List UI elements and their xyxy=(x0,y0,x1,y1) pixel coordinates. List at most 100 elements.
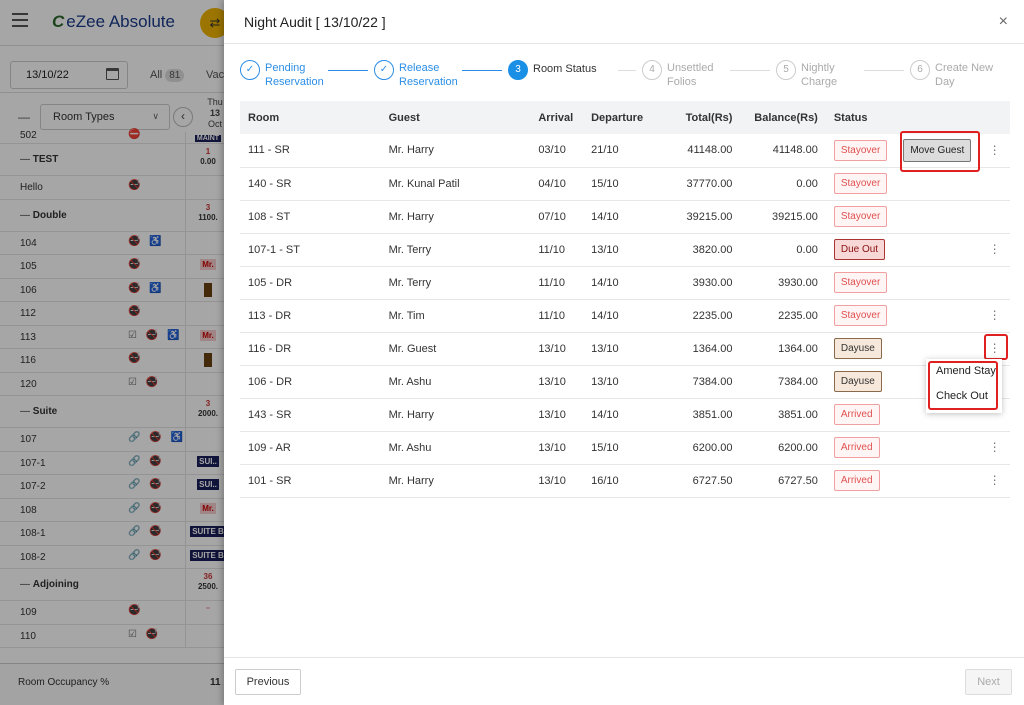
header-guest: Guest xyxy=(380,101,531,134)
header-menu xyxy=(979,101,1010,134)
more-vertical-icon[interactable]: ⋮ xyxy=(989,473,1001,487)
step-label: Nightly Charge xyxy=(801,61,837,89)
cell-total: 7384.00 xyxy=(654,365,741,399)
table-row: 143 - SR Mr. Harry 13/10 14/10 3851.00 3851.0… xyxy=(240,398,1010,432)
cell-departure: 14/10 xyxy=(583,200,655,234)
more-vertical-icon[interactable]: ⋮ xyxy=(989,440,1001,454)
cell-status: Stayover xyxy=(825,200,896,234)
cell-status: Dayuse xyxy=(825,332,896,366)
step-number: 3 xyxy=(508,60,528,80)
step-number: 6 xyxy=(910,60,930,80)
room-status-table: Room Guest Arrival Departure Total(Rs) B… xyxy=(240,101,1010,498)
cell-room: 109 - AR xyxy=(240,431,381,465)
cell-departure: 21/10 xyxy=(583,134,655,168)
step-label: Create New Day xyxy=(935,61,993,89)
cell-arrival: 13/10 xyxy=(530,464,584,498)
cell-menu: ⋮ xyxy=(979,464,1010,498)
cell-balance: 0.00 xyxy=(740,233,826,267)
step-label-line-2: Reservation xyxy=(399,76,458,88)
night-audit-panel: Night Audit [ 13/10/22 ] × ✓ Pending Reser… xyxy=(224,0,1024,705)
more-vertical-icon[interactable]: ⋮ xyxy=(989,143,1001,157)
cell-balance: 2235.00 xyxy=(740,299,826,333)
header-arrival: Arrival xyxy=(530,101,584,134)
cell-guest: Mr. Guest xyxy=(380,332,531,366)
cell-balance: 6727.50 xyxy=(740,464,826,498)
cell-total: 6200.00 xyxy=(654,431,741,465)
cell-arrival: 11/10 xyxy=(530,266,584,300)
step-connector xyxy=(730,70,770,71)
divider xyxy=(224,43,1024,44)
cell-arrival: 13/10 xyxy=(530,398,584,432)
header-balance: Balance(Rs) xyxy=(740,101,826,134)
table-row: 108 - ST Mr. Harry 07/10 14/10 39215.00 39215… xyxy=(240,200,1010,234)
cell-balance: 0.00 xyxy=(740,167,826,201)
cell-total: 1364.00 xyxy=(654,332,741,366)
cell-action xyxy=(895,233,980,267)
status-badge: Arrived xyxy=(833,470,880,491)
step-connector xyxy=(328,70,368,71)
cell-arrival: 13/10 xyxy=(530,332,584,366)
status-badge: Due Out xyxy=(833,239,886,260)
table-row: 113 - DR Mr. Tim 11/10 14/10 2235.00 2235.00 S… xyxy=(240,299,1010,333)
cell-menu xyxy=(979,200,1010,234)
cell-arrival: 04/10 xyxy=(530,167,584,201)
cell-menu: ⋮ xyxy=(979,299,1010,333)
menu-item-amend-stay[interactable]: Amend Stay xyxy=(936,365,996,377)
table-row: 107-1 - ST Mr. Terry 11/10 13/10 3820.00 0.00… xyxy=(240,233,1010,267)
cell-status: Stayover xyxy=(825,167,896,201)
step-label-line-1: Pending xyxy=(265,62,306,74)
move-guest-button[interactable]: Move Guest xyxy=(903,138,972,162)
cell-menu: ⋮ xyxy=(979,233,1010,267)
modal-overlay[interactable] xyxy=(0,0,224,705)
cell-departure: 14/10 xyxy=(583,299,655,333)
table-row: 105 - DR Mr. Terry 11/10 14/10 3930.00 3930.0… xyxy=(240,266,1010,300)
header-action xyxy=(895,101,980,134)
cell-room: 105 - DR xyxy=(240,266,381,300)
menu-item-check-out[interactable]: Check Out xyxy=(936,390,988,402)
step-label: Room Status xyxy=(533,62,597,76)
step-number: 5 xyxy=(776,60,796,80)
cell-guest: Mr. Ashu xyxy=(380,365,531,399)
table-row: 140 - SR Mr. Kunal Patil 04/10 15/10 37770.0… xyxy=(240,167,1010,201)
more-vertical-icon[interactable]: ⋮ xyxy=(989,341,1001,355)
close-icon[interactable]: × xyxy=(999,13,1008,31)
cell-arrival: 13/10 xyxy=(530,365,584,399)
header-status: Status xyxy=(825,101,896,134)
cell-departure: 15/10 xyxy=(583,431,655,465)
status-badge: Arrived xyxy=(833,437,880,458)
next-button[interactable]: Next xyxy=(965,669,1012,695)
cell-guest: Mr. Harry xyxy=(380,134,531,168)
status-badge: Dayuse xyxy=(833,371,882,392)
cell-room: 106 - DR xyxy=(240,365,381,399)
cell-guest: Mr. Terry xyxy=(380,233,531,267)
table-row: 109 - AR Mr. Ashu 13/10 15/10 6200.00 6200.00… xyxy=(240,431,1010,465)
header-total: Total(Rs) xyxy=(654,101,741,134)
cell-guest: Mr. Kunal Patil xyxy=(380,167,531,201)
more-vertical-icon[interactable]: ⋮ xyxy=(989,308,1001,322)
table-row: 116 - DR Mr. Guest 13/10 13/10 1364.00 1364.0… xyxy=(240,332,1010,366)
step-label-line-1: Create New xyxy=(935,62,994,74)
cell-status: Stayover xyxy=(825,266,896,300)
cell-status: Arrived xyxy=(825,431,896,465)
cell-guest: Mr. Tim xyxy=(380,299,531,333)
cell-departure: 14/10 xyxy=(583,266,655,300)
cell-room: 111 - SR xyxy=(240,134,381,168)
step-label-line-2: Folios xyxy=(667,76,697,88)
cell-room: 108 - ST xyxy=(240,200,381,234)
cell-action xyxy=(895,167,980,201)
cell-room: 113 - DR xyxy=(240,299,381,333)
table-row: 106 - DR Mr. Ashu 13/10 13/10 7384.00 7384.00… xyxy=(240,365,1010,399)
cell-departure: 16/10 xyxy=(583,464,655,498)
more-vertical-icon[interactable]: ⋮ xyxy=(989,242,1001,256)
previous-button[interactable]: Previous xyxy=(235,669,301,695)
cell-status: Due Out xyxy=(825,233,896,267)
status-badge: Stayover xyxy=(833,139,888,161)
cell-balance: 7384.00 xyxy=(740,365,826,399)
cell-total: 3820.00 xyxy=(654,233,741,267)
status-badge: Dayuse xyxy=(833,338,882,359)
cell-room: 140 - SR xyxy=(240,167,381,201)
status-badge: Stayover xyxy=(833,305,888,326)
cell-arrival: 13/10 xyxy=(530,431,584,465)
cell-arrival: 03/10 xyxy=(530,134,584,168)
check-circle-icon: ✓ xyxy=(240,60,260,80)
